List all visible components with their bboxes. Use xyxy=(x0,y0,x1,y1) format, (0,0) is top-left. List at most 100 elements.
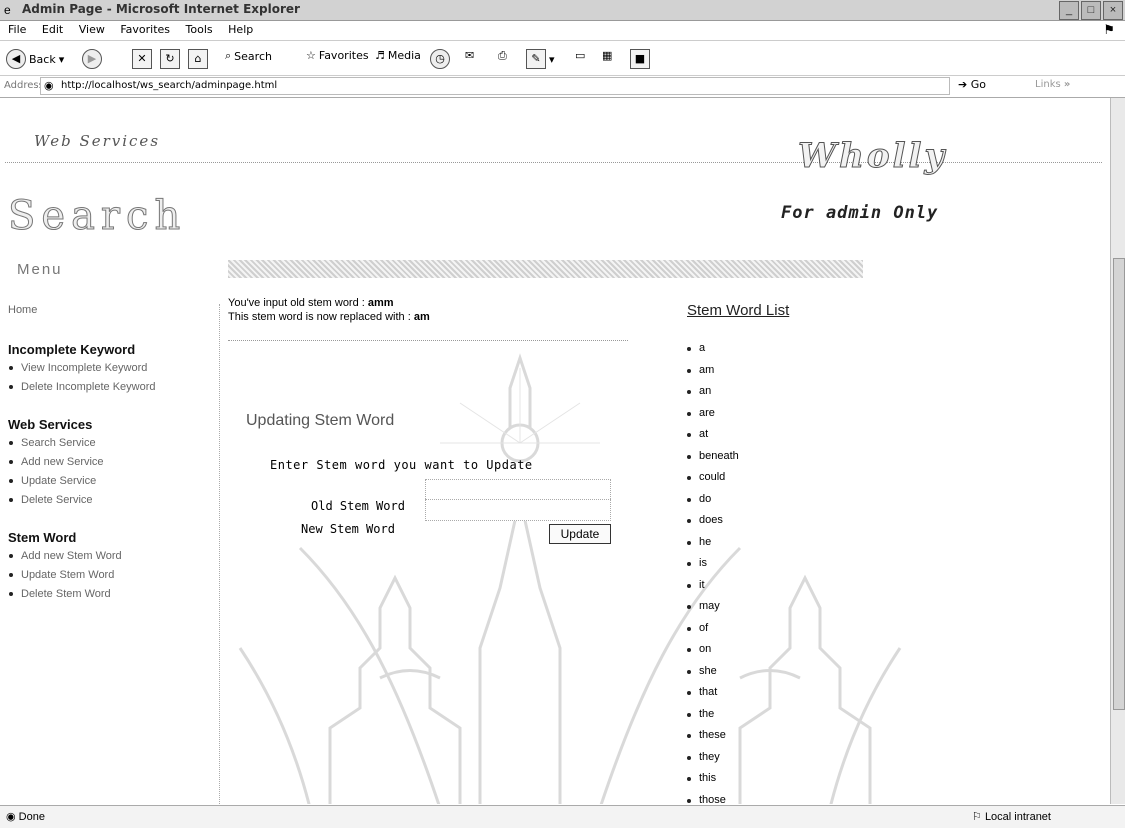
discuss-button[interactable]: ▭ xyxy=(575,49,585,62)
mail-button[interactable]: ✉ xyxy=(465,49,474,62)
menu-bar: File Edit View Favorites Tools Help ⚑ xyxy=(0,21,1125,39)
research-button[interactable]: ▦ xyxy=(602,49,612,62)
close-button[interactable]: × xyxy=(1103,1,1123,20)
favorites-button[interactable]: ☆ Favorites xyxy=(306,49,369,62)
edit-button[interactable]: ✎ ▾ xyxy=(526,49,555,69)
list-item: it xyxy=(685,575,739,597)
status-bar: ◉ Done ⚐ Local intranet xyxy=(0,805,1125,828)
menu-heading: Menu xyxy=(17,261,63,278)
refresh-button[interactable]: ↻ xyxy=(160,49,180,69)
sidebar-home-link[interactable]: Home xyxy=(8,304,213,316)
list-item: that xyxy=(685,682,739,704)
stop-button[interactable]: ✕ xyxy=(132,49,152,69)
security-zone-text: Local intranet xyxy=(984,811,1051,823)
discuss-icon: ▭ xyxy=(575,49,586,62)
sidebar-item-add-new-service[interactable]: Add new Service xyxy=(8,453,213,472)
menu-view[interactable]: View xyxy=(79,21,105,39)
list-item: the xyxy=(685,704,739,726)
ie-icon: e xyxy=(4,3,11,17)
vertical-scrollbar[interactable] xyxy=(1110,98,1125,804)
status-done: ◉ Done xyxy=(6,810,45,823)
sidebar-item-search-service[interactable]: Search Service xyxy=(8,434,213,453)
search-icon: ⌕ xyxy=(225,49,232,62)
print-button[interactable]: ⎙ xyxy=(498,49,507,63)
messenger-button[interactable]: ■ xyxy=(630,49,650,69)
address-input[interactable]: ◉ http://localhost/ws_search/adminpage.h… xyxy=(40,77,950,95)
stem-word-list-title[interactable]: Stem Word List xyxy=(687,302,789,319)
search-button[interactable]: ⌕ Search xyxy=(225,49,272,63)
security-zone: ⚐ Local intranet xyxy=(972,810,1051,823)
browser-window: e Admin Page - Microsoft Internet Explor… xyxy=(0,0,1125,828)
list-item: am xyxy=(685,360,739,382)
star-icon: ☆ xyxy=(306,49,316,62)
web-services-heading: Web Services xyxy=(34,132,161,150)
new-word-value: am xyxy=(413,311,430,323)
sidebar-divider xyxy=(219,304,220,804)
forward-button[interactable]: ▶ xyxy=(82,49,102,69)
admin-only-label: For admin Only xyxy=(781,203,939,223)
address-url: http://localhost/ws_search/adminpage.htm… xyxy=(61,80,278,91)
menu-tools[interactable]: Tools xyxy=(186,21,213,39)
history-button[interactable]: ◷ xyxy=(430,49,450,69)
list-item: this xyxy=(685,768,739,790)
list-item: those xyxy=(685,790,739,804)
old-stem-word-label: Old Stem Word xyxy=(311,499,405,513)
maximize-button[interactable]: □ xyxy=(1081,1,1101,20)
menu-help[interactable]: Help xyxy=(228,21,253,39)
sidebar-item-update-service[interactable]: Update Service xyxy=(8,472,213,491)
window-controls: _ □ × xyxy=(1059,1,1123,20)
old-stem-word-input[interactable] xyxy=(425,479,611,501)
old-word-notice-text: You've input old stem word : xyxy=(228,297,368,309)
update-button[interactable]: Update xyxy=(549,524,611,544)
status-done-text: Done xyxy=(18,811,45,823)
toolbar: ◀ Back ▾ ▶ ✕ ↻ ⌂ ⌕ Search ☆ Favorites ♬ … xyxy=(0,40,1125,76)
sidebar-item-delete-service[interactable]: Delete Service xyxy=(8,491,213,510)
edit-dropdown-icon: ▾ xyxy=(549,52,555,66)
title-bar: e Admin Page - Microsoft Internet Explor… xyxy=(0,0,1125,21)
minimize-button[interactable]: _ xyxy=(1059,1,1079,20)
sidebar-item-delete-stem-word[interactable]: Delete Stem Word xyxy=(8,585,213,604)
menu-favorites[interactable]: Favorites xyxy=(120,21,170,39)
page-content: Web Services Search Wholly For admin Onl… xyxy=(0,98,1110,804)
home-button[interactable]: ⌂ xyxy=(188,49,208,69)
back-button[interactable]: ◀ Back ▾ xyxy=(6,49,64,69)
refresh-icon: ↻ xyxy=(160,49,180,69)
menu-edit[interactable]: Edit xyxy=(42,21,63,39)
list-item: he xyxy=(685,532,739,554)
dropdown-icon: ▾ xyxy=(58,52,65,66)
print-icon: ⎙ xyxy=(498,49,507,62)
content-header-band xyxy=(228,260,863,278)
links-button[interactable]: Links » xyxy=(1035,79,1070,90)
form-instruction: Enter Stem word you want to Update xyxy=(270,458,533,472)
sidebar-item-update-stem-word[interactable]: Update Stem Word xyxy=(8,566,213,585)
back-arrow-icon: ◀ xyxy=(6,49,26,69)
sidebar-section-web-services: Web Services xyxy=(8,417,93,432)
list-item: at xyxy=(685,424,739,446)
web-services-list: Search Service Add new Service Update Se… xyxy=(8,434,213,510)
sidebar-item-delete-incomplete-keyword[interactable]: Delete Incomplete Keyword xyxy=(8,378,213,397)
research-icon: ▦ xyxy=(602,49,613,62)
list-item: a xyxy=(685,338,739,360)
form-title: Updating Stem Word xyxy=(246,412,395,429)
page-icon: ◉ xyxy=(44,79,54,92)
old-word-notice: You've input old stem word : amm xyxy=(228,296,678,310)
sidebar-section-stem-word: Stem Word xyxy=(8,530,77,545)
window-title: Admin Page - Microsoft Internet Explorer xyxy=(22,2,300,16)
search-label: Search xyxy=(234,49,272,63)
new-stem-word-input[interactable] xyxy=(425,499,611,521)
list-item: do xyxy=(685,489,739,511)
sidebar-item-add-new-stem-word[interactable]: Add new Stem Word xyxy=(8,547,213,566)
wholly-logo-text: Wholly xyxy=(797,136,948,177)
sidebar-item-view-incomplete-keyword[interactable]: View Incomplete Keyword xyxy=(8,359,213,378)
links-label: Links xyxy=(1035,79,1061,90)
new-word-notice: This stem word is now replaced with : am xyxy=(228,310,678,324)
stem-word-list: a am an are at beneath could do does he … xyxy=(685,338,739,804)
list-item: of xyxy=(685,618,739,640)
go-button[interactable]: ➔ Go xyxy=(958,78,986,91)
media-button[interactable]: ♬ Media xyxy=(375,49,421,62)
mail-icon: ✉ xyxy=(465,49,475,62)
menu-file[interactable]: File xyxy=(8,21,26,39)
incomplete-keyword-list: View Incomplete Keyword Delete Incomplet… xyxy=(8,359,213,397)
scrollbar-thumb[interactable] xyxy=(1113,258,1125,710)
new-stem-word-label: New Stem Word xyxy=(301,522,395,536)
